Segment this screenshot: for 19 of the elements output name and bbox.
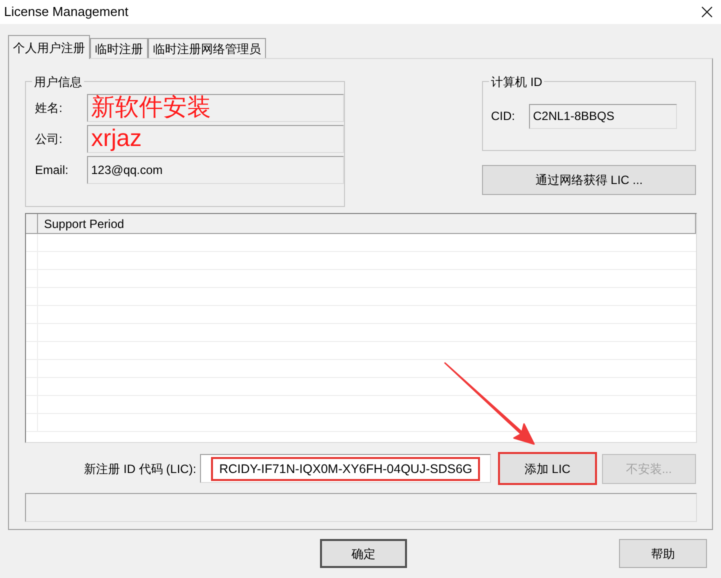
field-label: 公司: <box>35 131 64 148</box>
ok-button[interactable]: 确定 <box>320 539 407 568</box>
group-title: 用户信息 <box>32 73 84 91</box>
tab[interactable]: 个人用户注册 <box>8 35 90 59</box>
close-icon[interactable] <box>701 6 713 18</box>
field-label: 姓名: <box>35 100 64 117</box>
field-label: Email: <box>35 162 70 179</box>
field-label: 新注册 ID 代码 (LIC): <box>83 460 196 478</box>
tab[interactable]: 临时注册 <box>90 38 148 58</box>
field-label: CID: <box>491 108 515 125</box>
cid-field: C2NL1-8BBQS <box>529 104 677 128</box>
input-field[interactable]: 123@qq.com <box>87 156 344 184</box>
action-button[interactable]: 添加 LIC <box>499 453 596 484</box>
license-field[interactable]: RCIDY-IF71N-IQX0M-XY6FH-04QUJ-SDS6G <box>200 454 492 483</box>
help-button[interactable]: 帮助 <box>619 539 707 568</box>
group-title: 计算机 ID <box>489 73 544 91</box>
window-title: License Management <box>4 3 128 22</box>
get-license-button[interactable]: 通过网络获得 LIC ... <box>482 165 696 195</box>
tab[interactable]: 临时注册网络管理员 <box>148 38 266 58</box>
